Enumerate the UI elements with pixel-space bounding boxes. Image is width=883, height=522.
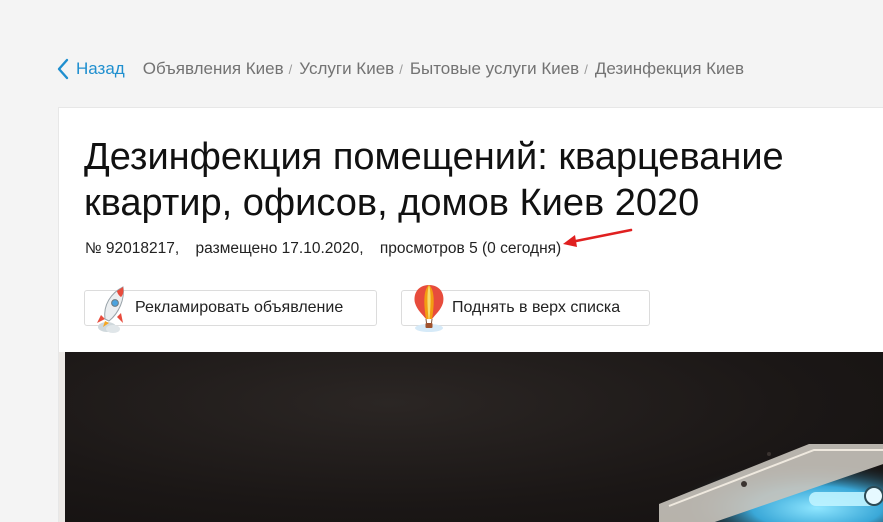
listing-meta: № 92018217, размещено 17.10.2020, просмо… [85,240,561,258]
listing-photo[interactable] [59,352,883,522]
rocket-icon [97,286,124,333]
raise-to-top-button[interactable]: Поднять в верх списка [401,285,650,332]
breadcrumb-separator: / [584,61,588,77]
listing-card: Дезинфекция помещений: кварцевание кварт… [58,107,883,522]
back-link[interactable]: Назад [56,57,125,81]
breadcrumb-item-ads[interactable]: Объявления Киев [143,59,284,79]
hot-air-balloon-icon [414,285,444,332]
back-label: Назад [76,59,125,78]
breadcrumb-separator: / [288,61,293,77]
uv-lamp-image [649,444,883,522]
listing-title: Дезинфекция помещений: кварцевание кварт… [84,136,784,224]
chevron-left-icon [57,58,69,80]
breadcrumb: Назад Объявления Киев / Услуги Киев / Бы… [56,56,744,82]
advertise-button[interactable]: Рекламировать объявление [84,286,377,333]
photo-frame-edge [59,352,65,522]
listing-views: просмотров 5 (0 сегодня) [379,240,562,257]
annotation-arrow-icon [563,228,633,247]
listing-posted-date: размещено 17.10.2020, [195,240,364,257]
advertise-label: Рекламировать объявление [135,299,344,316]
breadcrumb-item-disinfection[interactable]: Дезинфекция Киев [595,59,744,79]
breadcrumb-separator: / [399,61,403,77]
breadcrumb-item-services[interactable]: Услуги Киев [299,59,394,79]
raise-label: Поднять в верх списка [452,299,621,316]
listing-id: № 92018217, [85,240,180,257]
breadcrumb-item-household-services[interactable]: Бытовые услуги Киев [410,59,579,79]
